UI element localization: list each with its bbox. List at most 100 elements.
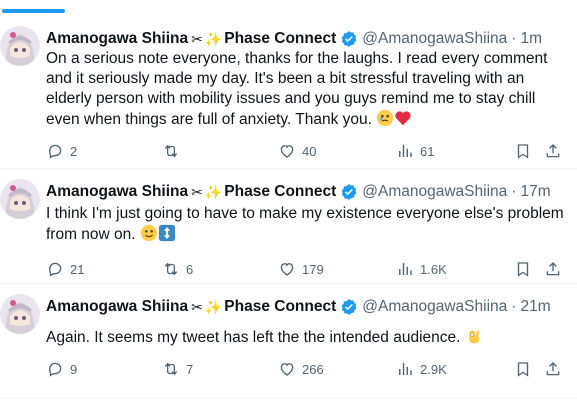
- tweet[interactable]: Amanogawa Shiina ✂ ✨ Phase Connect @Aman…: [0, 284, 577, 399]
- bookmark-icon: [517, 262, 529, 277]
- views-button[interactable]: 61: [396, 142, 434, 160]
- display-name-suffix[interactable]: Phase Connect: [224, 297, 336, 317]
- display-name[interactable]: Amanogawa Shiina: [46, 29, 188, 49]
- handle[interactable]: @AmanogawaShiina: [362, 297, 507, 317]
- verified-badge-icon: [341, 31, 357, 47]
- reply-icon: [49, 144, 62, 159]
- views-button[interactable]: 2.9K: [396, 360, 447, 378]
- repost-button[interactable]: [162, 142, 186, 160]
- tweet-header: Amanogawa Shiina ✂ ✨ Phase Connect @Aman…: [46, 182, 551, 202]
- tweet-text-line: from now on.: [46, 226, 136, 243]
- view-count: 61: [420, 143, 435, 159]
- tweet-text-line: and it seriously made my day. It's been …: [46, 70, 525, 87]
- share-button[interactable]: [544, 360, 562, 378]
- repost-count: 7: [186, 361, 194, 377]
- reply-count: 2: [70, 143, 78, 159]
- verified-badge-icon: [341, 299, 357, 315]
- display-name-suffix[interactable]: Phase Connect: [224, 182, 336, 202]
- bookmark-button[interactable]: [514, 142, 532, 160]
- avatar[interactable]: [0, 179, 40, 219]
- separator-dot: ·: [511, 298, 517, 315]
- bookmark-icon: [517, 144, 529, 159]
- sparkles-icon: ✨: [204, 31, 223, 47]
- separator-dot: ·: [511, 183, 517, 200]
- share-button[interactable]: [544, 260, 562, 278]
- tweet-header: Amanogawa Shiina ✂ ✨ Phase Connect @Aman…: [46, 297, 551, 317]
- display-name-suffix[interactable]: Phase Connect: [224, 29, 336, 49]
- reply-icon: [49, 362, 62, 377]
- bookmark-button[interactable]: [514, 360, 532, 378]
- views-icon: [399, 363, 412, 375]
- share-icon: [546, 262, 560, 276]
- reply-button[interactable]: 2: [46, 142, 77, 160]
- heart-icon: [280, 363, 294, 376]
- tweet-text-line: elderly person with mobility issues and …: [46, 90, 536, 107]
- like-count: 266: [302, 361, 324, 377]
- reply-count: 21: [70, 261, 85, 277]
- display-name[interactable]: Amanogawa Shiina: [46, 182, 188, 202]
- view-count: 1.6K: [420, 261, 447, 277]
- scissors-icon: ✂: [191, 299, 203, 315]
- red-heart-icon: [395, 111, 411, 126]
- tweet-header: Amanogawa Shiina ✂ ✨ Phase Connect @Aman…: [46, 29, 542, 49]
- like-button[interactable]: 40: [278, 142, 316, 160]
- handle[interactable]: @AmanogawaShiina: [362, 29, 507, 49]
- scissors-icon: ✂: [191, 31, 203, 47]
- scissors-icon: ✂: [191, 184, 203, 200]
- like-button[interactable]: 179: [278, 260, 324, 278]
- tweet-actions: 21 6 179 1.6K: [46, 260, 566, 280]
- share-button[interactable]: [544, 142, 562, 160]
- display-name[interactable]: Amanogawa Shiina: [46, 297, 188, 317]
- sparkles-icon: ✨: [204, 299, 223, 315]
- verified-badge-icon: [341, 184, 357, 200]
- like-button[interactable]: 266: [278, 360, 324, 378]
- heart-icon: [280, 263, 294, 276]
- reply-button[interactable]: 9: [46, 360, 77, 378]
- tweet-text: Again. It seems my tweet has left the th…: [46, 327, 566, 348]
- sparkles-icon: ✨: [204, 184, 223, 200]
- reply-icon: [49, 262, 62, 277]
- repost-icon: [164, 362, 178, 376]
- like-count: 40: [302, 143, 317, 159]
- next-tweet-partial: [0, 399, 577, 407]
- tweet-text-line: Again. It seems my tweet has left the th…: [46, 329, 461, 346]
- reply-count: 9: [70, 361, 78, 377]
- share-icon: [546, 362, 560, 376]
- tweet-actions: 9 7 266 2.9K: [46, 360, 566, 380]
- avatar[interactable]: [0, 26, 40, 66]
- handle[interactable]: @AmanogawaShiina: [362, 182, 507, 202]
- bookmark-button[interactable]: [514, 260, 532, 278]
- repost-icon: [164, 262, 178, 276]
- repost-button[interactable]: 6: [162, 260, 193, 278]
- separator-dot: ·: [511, 30, 517, 47]
- timestamp[interactable]: 21m: [520, 297, 550, 317]
- face-holding-back-tears-icon: [377, 109, 394, 127]
- repost-count: 6: [186, 261, 194, 277]
- timestamp[interactable]: 17m: [520, 182, 550, 202]
- tweet[interactable]: Amanogawa Shiina ✂ ✨ Phase Connect @Aman…: [0, 169, 577, 284]
- active-tab-indicator: [2, 9, 65, 13]
- heart-icon: [280, 145, 294, 158]
- tweet-text-line: even when things are full of anxiety. Th…: [46, 111, 372, 128]
- tweet-text-line: I think I'm just going to have to make m…: [46, 205, 564, 222]
- bookmark-icon: [517, 362, 529, 377]
- views-button[interactable]: 1.6K: [396, 260, 447, 278]
- avatar[interactable]: [0, 294, 40, 334]
- up-down-arrow-icon: [158, 224, 176, 242]
- slightly-smiling-face-icon: [140, 224, 158, 242]
- repost-icon: [164, 144, 178, 158]
- ok-hand-icon: [468, 330, 480, 344]
- view-count: 2.9K: [420, 361, 447, 377]
- tweet-text: On a serious note everyone, thanks for t…: [46, 49, 566, 130]
- views-icon: [399, 145, 412, 157]
- tweet-actions: 2 40 61: [46, 142, 566, 162]
- repost-button[interactable]: 7: [162, 360, 193, 378]
- tweet-text-line: On a serious note everyone, thanks for t…: [46, 50, 548, 67]
- reply-button[interactable]: 21: [46, 260, 84, 278]
- tweet-text: I think I'm just going to have to make m…: [46, 204, 566, 245]
- tab-bar: [0, 0, 577, 13]
- tweet[interactable]: Amanogawa Shiina ✂ ✨ Phase Connect @Aman…: [0, 16, 577, 169]
- views-icon: [399, 263, 412, 275]
- share-icon: [546, 144, 560, 158]
- timestamp[interactable]: 1m: [520, 29, 542, 49]
